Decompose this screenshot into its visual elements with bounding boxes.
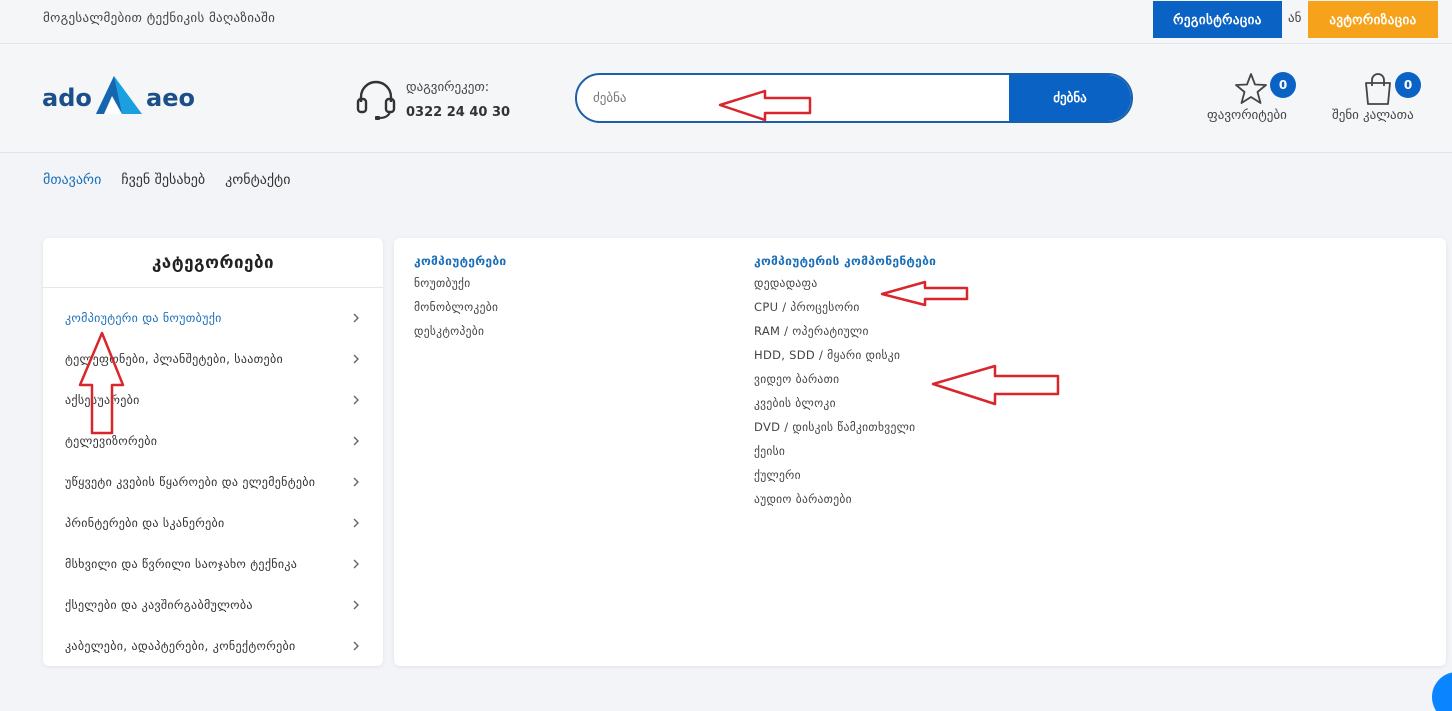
favorites-count-badge: 0 [1270, 72, 1296, 98]
category-label: პრინტერები და სკანერები [65, 515, 225, 530]
mega-link[interactable]: HDD, SDD / მყარი დისკი [754, 346, 936, 370]
logo-icon: ado aeo [42, 76, 195, 114]
main-nav: მთავარი ჩვენ შესახებ კონტაქტი [43, 172, 290, 188]
chevron-right-icon [353, 559, 359, 568]
mega-link[interactable]: დესკტოპები [414, 322, 506, 346]
mega-link[interactable]: მონობლოკები [414, 298, 506, 322]
headset-icon [356, 80, 396, 120]
search-button[interactable]: ძებნა [1009, 75, 1131, 121]
categories-list: კომპიუტერი და ნოუთბუქი ტელეფონები, პლანშ… [43, 288, 383, 666]
cart-link[interactable]: 0 შენი კალათა [1330, 72, 1426, 132]
star-icon [1235, 73, 1267, 104]
category-item-accessories[interactable]: აქსესუარები [43, 379, 383, 420]
category-item-networking[interactable]: ქსელები და კავშირგაბმულობა [43, 584, 383, 625]
or-text: ან [1288, 11, 1302, 26]
category-item-ups[interactable]: უწყვეტი კვების წყაროები და ელემენტები [43, 461, 383, 502]
category-label: უწყვეტი კვების წყაროები და ელემენტები [65, 474, 316, 489]
chat-widget-button[interactable] [1432, 672, 1452, 711]
category-label: ქსელები და კავშირგაბმულობა [65, 597, 253, 612]
cart-label: შენი კალათა [1332, 108, 1414, 123]
category-label: მსხვილი და წვრილი საოჯახო ტექნიკა [65, 556, 298, 571]
category-label: აქსესუარები [65, 392, 140, 407]
nav-item-about[interactable]: ჩვენ შესახებ [121, 172, 205, 188]
search-bar: ძებნა [575, 73, 1133, 123]
mega-column-components: კომპიუტერის კომპონენტები დედადაფა CPU / … [754, 254, 936, 514]
chevron-right-icon [353, 518, 359, 527]
mega-column-heading[interactable]: კომპიუტერები [414, 254, 506, 268]
mega-link[interactable]: ქულერი [754, 466, 936, 490]
categories-title: კატეგორიები [43, 238, 383, 288]
chevron-right-icon [353, 641, 359, 650]
category-item-cables[interactable]: კაბელები, ადაპტერები, კონექტორები [43, 625, 383, 666]
phone-label: დაგვირეკეთ: [406, 80, 490, 95]
mega-link[interactable]: DVD / დისკის წამკითხველი [754, 418, 936, 442]
category-item-tvs[interactable]: ტელევიზორები [43, 420, 383, 461]
register-button[interactable]: რეგისტრაცია [1153, 1, 1282, 38]
mega-column-heading[interactable]: კომპიუტერის კომპონენტები [754, 254, 936, 268]
category-item-appliances[interactable]: მსხვილი და წვრილი საოჯახო ტექნიკა [43, 543, 383, 584]
category-mega-menu: კომპიუტერები ნოუთბუქი მონობლოკები დესკტო… [394, 238, 1446, 666]
mega-link[interactable]: ქეისი [754, 442, 936, 466]
top-bar: მოგესალმებით ტექნიკის მაღაზიაში რეგისტრა… [0, 0, 1452, 44]
favorites-link[interactable]: 0 ფავორიტები [1206, 72, 1298, 132]
category-label: ტელევიზორები [65, 433, 158, 448]
logo-text-left: ado [42, 84, 92, 112]
chevron-right-icon [353, 354, 359, 363]
mega-link[interactable]: აუდიო ბარათები [754, 490, 936, 514]
mega-link[interactable]: ნოუთბუქი [414, 274, 506, 298]
login-button[interactable]: ავტორიზაცია [1308, 1, 1438, 38]
chevron-right-icon [353, 436, 359, 445]
favorites-label: ფავორიტები [1207, 108, 1287, 123]
welcome-text: მოგესალმებით ტექნიკის მაღაზიაში [43, 11, 276, 26]
category-label: ტელეფონები, პლანშეტები, საათები [65, 351, 283, 366]
shopping-bag-icon [1365, 73, 1391, 105]
chevron-right-icon [353, 395, 359, 404]
category-item-phones[interactable]: ტელეფონები, პლანშეტები, საათები [43, 338, 383, 379]
phone-number[interactable]: 0322 24 40 30 [406, 105, 510, 120]
chevron-right-icon [353, 600, 359, 609]
categories-panel: კატეგორიები კომპიუტერი და ნოუთბუქი ტელეფ… [43, 238, 383, 666]
chevron-right-icon [353, 313, 359, 322]
category-label: კაბელები, ადაპტერები, კონექტორები [65, 638, 296, 653]
mega-link[interactable]: დედადაფა [754, 274, 936, 298]
mega-link[interactable]: CPU / პროცესორი [754, 298, 936, 322]
search-input[interactable] [577, 75, 1013, 121]
header: ado aeo დაგვირეკეთ: 0322 24 40 30 ძებნა … [0, 44, 1452, 153]
chevron-right-icon [353, 477, 359, 486]
site-logo[interactable]: ado aeo [42, 74, 197, 118]
logo-text-right: aeo [146, 84, 195, 112]
mega-column-computers: კომპიუტერები ნოუთბუქი მონობლოკები დესკტო… [414, 254, 506, 346]
nav-item-contact[interactable]: კონტაქტი [225, 172, 290, 188]
mega-link[interactable]: RAM / ოპერატიული [754, 322, 936, 346]
nav-item-home[interactable]: მთავარი [43, 172, 101, 188]
category-item-computers[interactable]: კომპიუტერი და ნოუთბუქი [43, 297, 383, 338]
mega-link[interactable]: ვიდეო ბარათი [754, 370, 936, 394]
mega-link[interactable]: კვების ბლოკი [754, 394, 936, 418]
category-item-printers[interactable]: პრინტერები და სკანერები [43, 502, 383, 543]
category-label: კომპიუტერი და ნოუთბუქი [65, 310, 222, 325]
cart-count-badge: 0 [1395, 72, 1421, 98]
